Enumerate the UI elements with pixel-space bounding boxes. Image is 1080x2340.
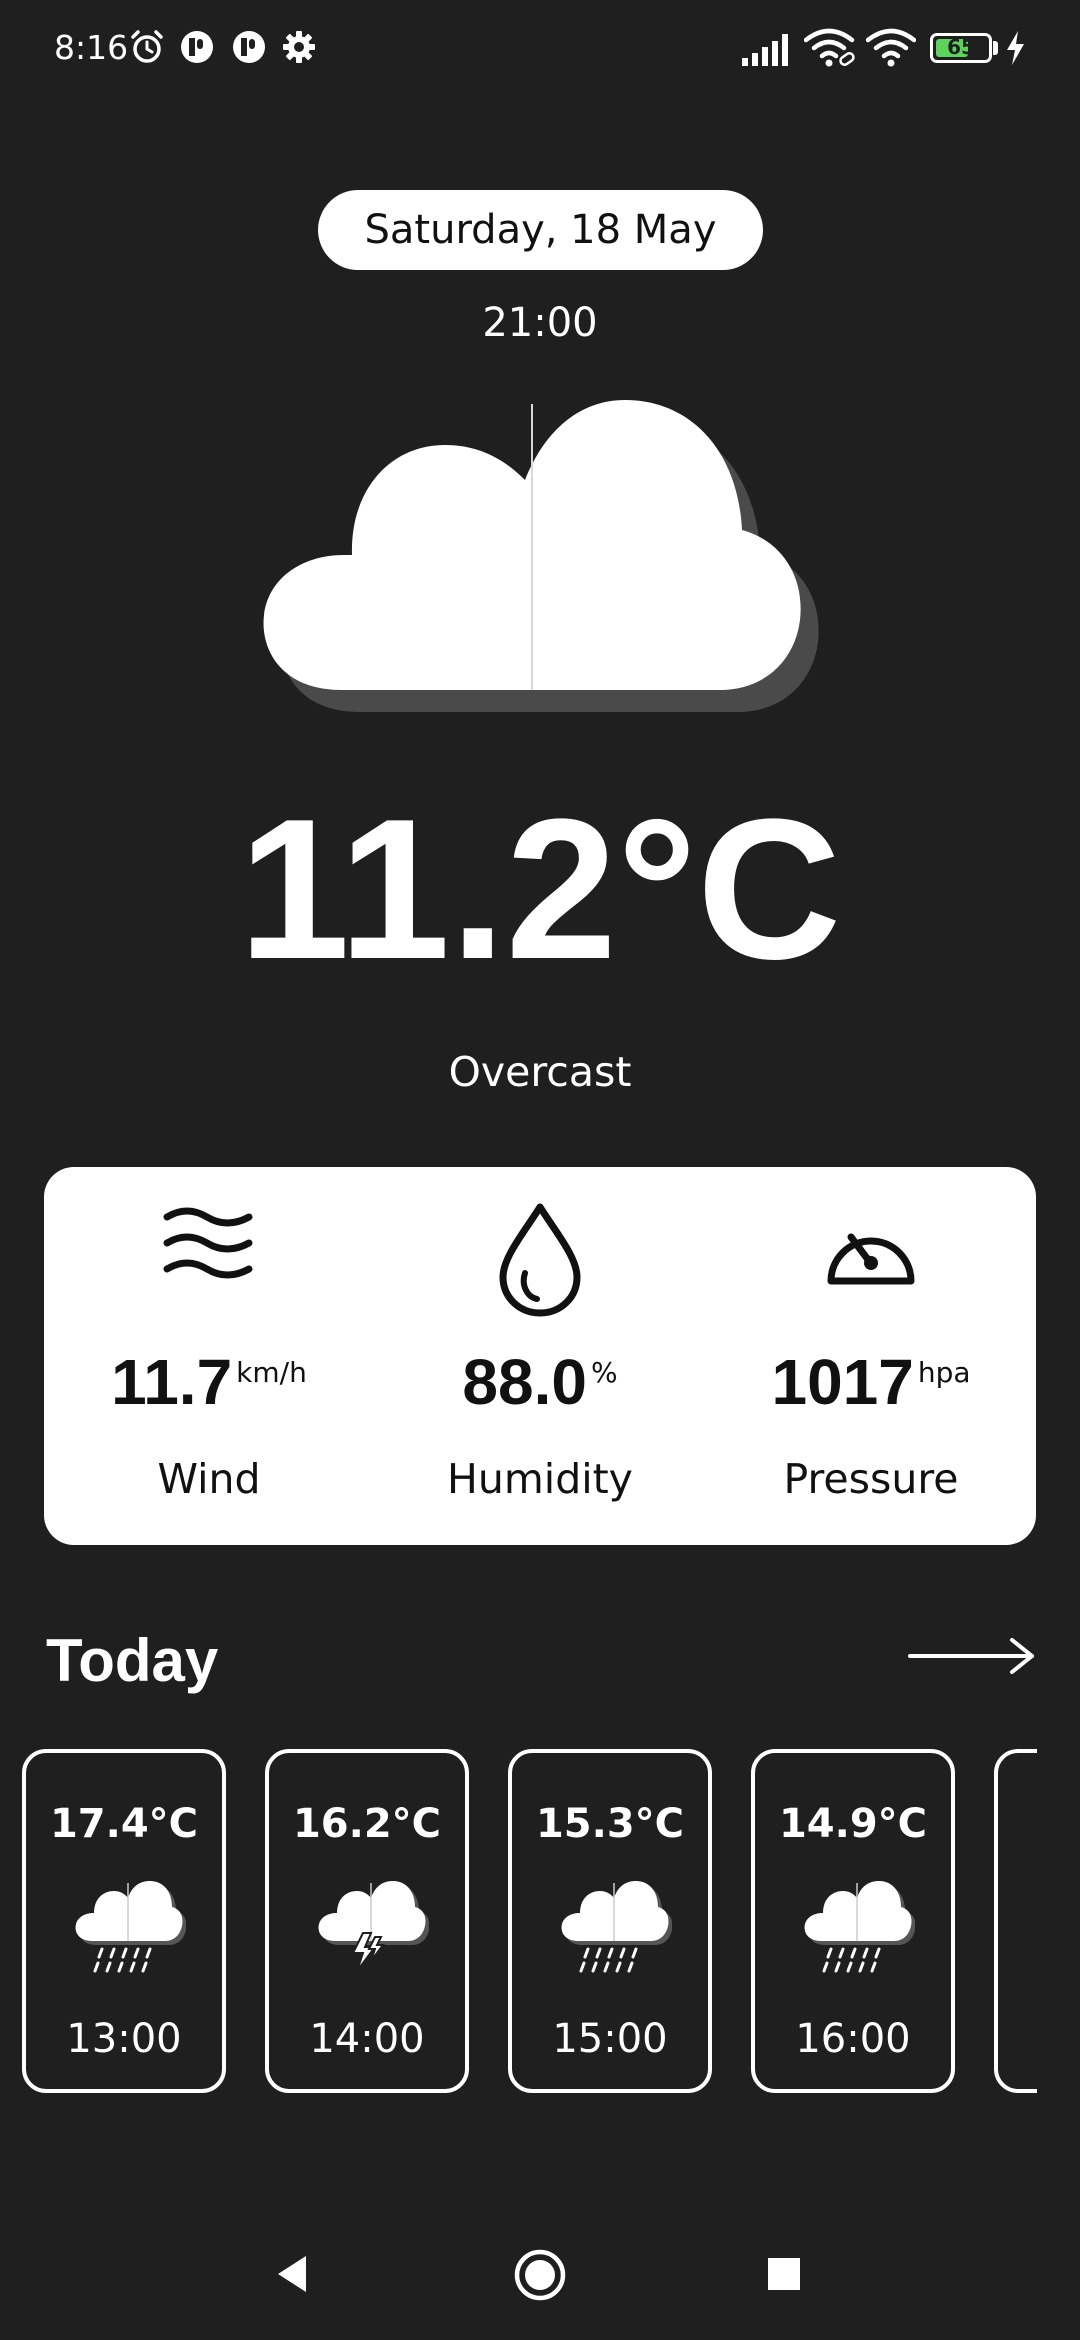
today-section-title: Today xyxy=(46,1627,219,1694)
wifi-link-icon xyxy=(804,28,855,67)
hour-temperature: 15.3°C xyxy=(535,1801,685,1847)
wind-unit: km/h xyxy=(236,1356,307,1389)
hour-temperature: 17.4°C xyxy=(49,1801,199,1847)
hour-temperature: 14.9°C xyxy=(778,1801,928,1847)
droplet-icon xyxy=(499,1203,581,1317)
current-condition: Overcast xyxy=(448,1048,632,1096)
hourly-forecast-card[interactable]: 17.4°C 13:00 xyxy=(22,1749,226,2093)
humidity-value: 88.0 xyxy=(462,1346,587,1418)
pressure-unit: hpa xyxy=(917,1356,971,1389)
humidity-value-row: 88.0% xyxy=(375,1345,705,1419)
recents-icon[interactable] xyxy=(766,2256,802,2292)
thunderstorm-icon xyxy=(318,1881,429,1972)
date-selector-button[interactable]: Saturday, 18 May xyxy=(318,190,763,270)
hour-time: 13:00 xyxy=(66,2016,182,2062)
pressure-stat: 1017 hpa Pressure xyxy=(706,1167,1036,1545)
cloud-icon xyxy=(263,400,819,712)
hour-time: 15:00 xyxy=(552,2016,668,2062)
wind-value-row: 11.7 km/h xyxy=(44,1345,374,1419)
hour-time: 14:00 xyxy=(309,2016,425,2062)
home-icon[interactable] xyxy=(513,2248,567,2302)
app-notification-icon xyxy=(233,31,265,63)
humidity-stat: 88.0% Humidity xyxy=(375,1167,705,1545)
pressure-value: 1017 xyxy=(771,1346,914,1418)
app-notification-icon xyxy=(181,31,213,63)
wind-value: 11.7 xyxy=(111,1346,233,1418)
gauge-icon xyxy=(827,1233,915,1285)
hourly-forecast-card[interactable]: 1 xyxy=(994,1749,1037,2093)
hourly-forecast-card[interactable]: 14.9°C 16:00 xyxy=(751,1749,955,2093)
wind-stat: 11.7 km/h Wind xyxy=(44,1167,374,1545)
arrow-right-icon[interactable] xyxy=(908,1636,1038,1676)
hourly-forecast-list[interactable]: 17.4°C 13:00 16.2°C 14:00 15.3°C 15:00 1… xyxy=(0,1746,1037,2102)
current-time-label: 21:00 xyxy=(482,300,598,346)
weather-stats-card: 11.7 km/h Wind 88.0% Humidity 1017 hpa Pre… xyxy=(44,1167,1036,1545)
alarm-icon xyxy=(131,30,163,63)
current-temperature: 11.2°C xyxy=(238,778,842,1001)
hourly-forecast-card[interactable]: 15.3°C 15:00 xyxy=(508,1749,712,2093)
rain-icon xyxy=(561,1881,672,1973)
hour-time: 16:00 xyxy=(795,2016,911,2062)
charging-icon xyxy=(1007,31,1024,65)
pressure-value-row: 1017 hpa xyxy=(706,1345,1036,1419)
rain-icon xyxy=(804,1881,915,1973)
wifi-icon xyxy=(866,28,916,67)
status-bar: 8:16 65 xyxy=(0,0,1080,96)
hour-temperature: 16.2°C xyxy=(292,1801,442,1847)
settings-icon xyxy=(283,31,315,63)
battery-icon: 65 xyxy=(930,33,992,63)
back-icon[interactable] xyxy=(272,2252,312,2296)
battery-tip xyxy=(993,41,998,55)
wind-icon xyxy=(163,1207,253,1279)
humidity-unit: % xyxy=(590,1356,618,1389)
battery-level: 65 xyxy=(947,35,975,59)
pressure-label: Pressure xyxy=(783,1455,959,1503)
signal-icon xyxy=(742,34,788,66)
wind-label: Wind xyxy=(157,1455,261,1503)
hourly-forecast-card[interactable]: 16.2°C 14:00 xyxy=(265,1749,469,2093)
rain-icon xyxy=(75,1881,186,1973)
humidity-label: Humidity xyxy=(447,1455,633,1503)
status-time: 8:16 xyxy=(54,28,129,67)
